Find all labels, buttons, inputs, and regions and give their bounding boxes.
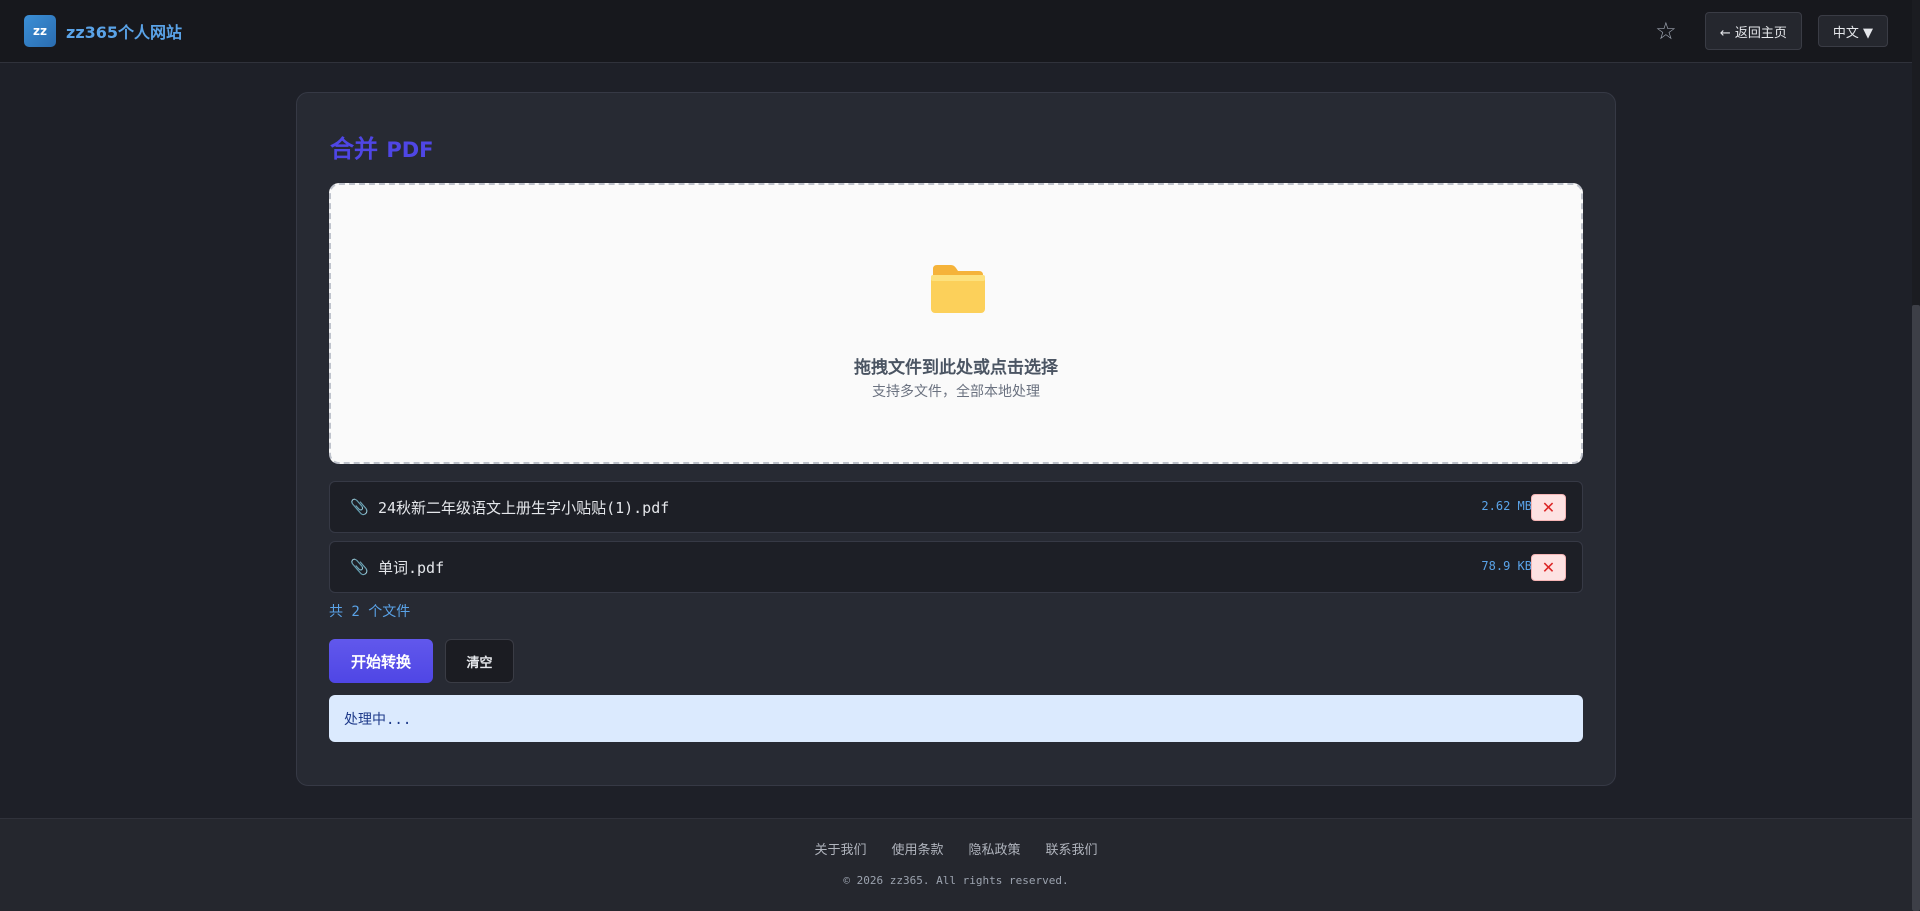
scrollbar-thumb[interactable] <box>1912 305 1920 911</box>
file-name: 24秋新二年级语文上册生字小贴贴(1).pdf <box>378 498 670 517</box>
file-size: 2.62 MB <box>1481 499 1532 513</box>
folder-icon <box>931 265 985 313</box>
site-name[interactable]: zz365个人网站 <box>66 19 182 43</box>
brand[interactable]: zz zz365个人网站 <box>24 15 182 47</box>
footer-links: 关于我们 使用条款 隐私政策 联系我们 <box>0 839 1912 858</box>
file-size: 78.9 KB <box>1481 559 1532 573</box>
file-name: 单词.pdf <box>378 558 445 577</box>
paperclip-icon: 📎 <box>350 558 369 576</box>
footer-link-about[interactable]: 关于我们 <box>814 839 866 858</box>
footer-link-contact[interactable]: 联系我们 <box>1046 839 1098 858</box>
title-pdf: PDF <box>386 138 434 162</box>
close-icon: ✕ <box>1541 498 1556 517</box>
header-actions: ☆ ← 返回主页 中文 ▼ <box>1651 12 1888 50</box>
language-select[interactable]: 中文 ▼ <box>1817 15 1888 47</box>
file-list-item: 📎 24秋新二年级语文上册生字小贴贴(1).pdf 2.62 MB ✕ <box>329 481 1583 533</box>
merge-pdf-card: 合并 PDF 拖拽文件到此处或点击选择 支持多文件，全部本地处理 📎 24秋新二… <box>296 92 1616 786</box>
footer-link-terms[interactable]: 使用条款 <box>891 839 943 858</box>
start-convert-button[interactable]: 开始转换 <box>329 639 433 683</box>
dropzone-main-text: 拖拽文件到此处或点击选择 <box>854 358 1058 378</box>
file-list-item: 📎 单词.pdf 78.9 KB ✕ <box>329 541 1583 593</box>
paperclip-icon: 📎 <box>350 498 369 516</box>
footer: 关于我们 使用条款 隐私政策 联系我们 © 2026 zz365. All ri… <box>0 818 1912 911</box>
dropzone-sub-text: 支持多文件，全部本地处理 <box>872 384 1040 400</box>
status-message: 处理中... <box>329 695 1583 742</box>
favorite-star-icon[interactable]: ☆ <box>1651 17 1681 45</box>
top-header: zz zz365个人网站 ☆ ← 返回主页 中文 ▼ <box>0 0 1912 63</box>
page-title: 合并 PDF <box>330 129 434 164</box>
file-count: 共 2 个文件 <box>329 604 411 620</box>
remove-file-button[interactable]: ✕ <box>1531 494 1566 521</box>
file-dropzone[interactable]: 拖拽文件到此处或点击选择 支持多文件，全部本地处理 <box>329 183 1583 464</box>
back-home-button[interactable]: ← 返回主页 <box>1704 12 1802 50</box>
site-logo[interactable]: zz <box>24 15 56 47</box>
close-icon: ✕ <box>1541 558 1556 577</box>
clear-button[interactable]: 清空 <box>445 639 514 683</box>
footer-link-privacy[interactable]: 隐私政策 <box>969 839 1021 858</box>
title-text: 合并 <box>330 134 378 163</box>
copyright: © 2026 zz365. All rights reserved. <box>843 874 1069 887</box>
remove-file-button[interactable]: ✕ <box>1531 554 1566 581</box>
